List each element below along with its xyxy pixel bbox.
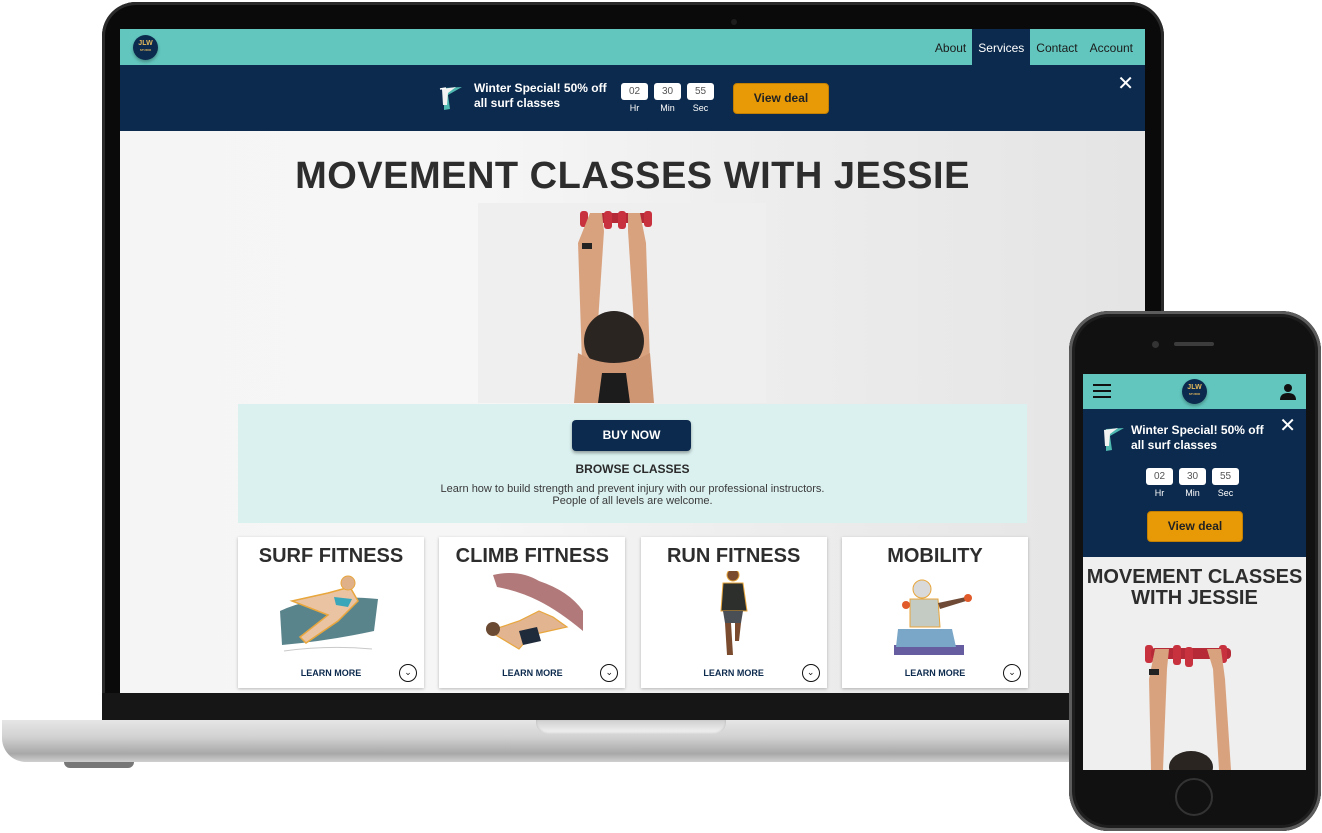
timer-value: 02 bbox=[1146, 468, 1173, 485]
timer-label: Hr bbox=[1154, 488, 1165, 498]
class-card-run[interactable]: RUN FITNESS LEARN MORE ⌄ bbox=[640, 537, 827, 688]
user-icon[interactable] bbox=[1280, 383, 1296, 400]
class-card-title: CLIMB FITNESS bbox=[455, 545, 609, 567]
class-cards: SURF FITNESS LEARN MORE ⌄ CLIMB FITNESS bbox=[238, 537, 1028, 688]
mobile-promo-banner: Winter Special! 50% off all surf classes… bbox=[1083, 409, 1306, 557]
hero-title: MOVEMENT CLASSES WITH JESSIE bbox=[295, 155, 970, 197]
logo-subtext: STUDIO bbox=[1188, 392, 1201, 396]
timer-hours: 02 Hr bbox=[1146, 468, 1173, 498]
class-card-title: RUN FITNESS bbox=[666, 545, 801, 567]
phone-speaker bbox=[1174, 342, 1214, 346]
runner-illustration bbox=[720, 571, 748, 655]
nav-item-services[interactable]: Services bbox=[972, 29, 1031, 65]
timer-label: Sec bbox=[1217, 488, 1234, 498]
timer-label: Hr bbox=[629, 103, 640, 113]
class-card-title: MOBILITY bbox=[887, 545, 983, 567]
laptop-chin bbox=[102, 693, 1164, 720]
browse-classes-description: Learn how to build strength and prevent … bbox=[440, 483, 825, 507]
surfer-illustration bbox=[280, 575, 378, 652]
mobile-nav-bar: JLW STUDIO bbox=[1083, 374, 1306, 409]
logo-text: JLW bbox=[1187, 384, 1202, 391]
nav-item-account[interactable]: Account bbox=[1084, 29, 1139, 65]
view-deal-button[interactable]: View deal bbox=[733, 83, 829, 114]
logo-text: JLW bbox=[138, 40, 153, 47]
timer-value: 02 bbox=[621, 83, 648, 100]
hero-image bbox=[478, 203, 766, 403]
learn-more-link[interactable]: LEARN MORE bbox=[842, 668, 1028, 678]
laptop-notch bbox=[536, 720, 726, 734]
timer-value: 30 bbox=[654, 83, 681, 100]
timer-hours: 02 Hr bbox=[621, 83, 648, 113]
logo-subtext: STUDIO bbox=[139, 48, 152, 52]
mobile-hero-section: MOVEMENT CLASSES WITH JESSIE bbox=[1083, 557, 1306, 770]
promo-text: Winter Special! 50% off all surf classes bbox=[1131, 423, 1264, 452]
phone-camera bbox=[1152, 341, 1159, 348]
nav-item-about[interactable]: About bbox=[929, 29, 972, 65]
mobility-illustration bbox=[893, 579, 972, 655]
buy-now-button[interactable]: BUY NOW bbox=[572, 420, 691, 451]
timer-value: 30 bbox=[1179, 468, 1206, 485]
browse-classes-heading: BROWSE CLASSES bbox=[575, 462, 690, 476]
laptop-camera bbox=[731, 19, 737, 25]
countdown-timer: 02 Hr 30 Min 55 Sec bbox=[1146, 468, 1239, 498]
phone-home-button bbox=[1175, 778, 1213, 816]
desktop-nav-bar: JLW STUDIO About Services Contact Accoun… bbox=[120, 29, 1145, 65]
learn-more-link[interactable]: LEARN MORE bbox=[238, 668, 424, 678]
desktop-website: JLW STUDIO About Services Contact Accoun… bbox=[120, 29, 1145, 693]
chevron-down-icon[interactable]: ⌄ bbox=[399, 664, 417, 682]
close-icon[interactable]: ✕ bbox=[1279, 416, 1296, 436]
class-card-mobility[interactable]: MOBILITY LEARN MORE ⌄ bbox=[841, 537, 1028, 688]
timer-label: Min bbox=[660, 103, 675, 113]
learn-more-link[interactable]: LEARN MORE bbox=[641, 668, 827, 678]
nav-item-contact[interactable]: Contact bbox=[1030, 29, 1083, 65]
class-card-title: SURF FITNESS bbox=[258, 545, 404, 567]
class-card-surf[interactable]: SURF FITNESS LEARN MORE ⌄ bbox=[238, 537, 424, 688]
timer-label: Sec bbox=[692, 103, 709, 113]
hamburger-icon[interactable] bbox=[1093, 384, 1111, 398]
chevron-down-icon[interactable]: ⌄ bbox=[600, 664, 619, 682]
laptop-foot bbox=[64, 762, 134, 768]
surfer-icon bbox=[1104, 428, 1124, 451]
timer-value: 55 bbox=[687, 83, 714, 100]
learn-more-link[interactable]: LEARN MORE bbox=[439, 668, 625, 678]
timer-minutes: 30 Min bbox=[1179, 468, 1206, 498]
climber-illustration bbox=[486, 573, 584, 650]
hero-image bbox=[1133, 639, 1263, 770]
logo[interactable]: JLW STUDIO bbox=[133, 35, 158, 60]
logo[interactable]: JLW STUDIO bbox=[1182, 379, 1207, 404]
class-card-climb[interactable]: CLIMB FITNESS LEARN MORE ⌄ bbox=[439, 537, 626, 688]
hero-section: MOVEMENT CLASSES WITH JESSIE BUY NOW BRO… bbox=[120, 131, 1145, 693]
surfer-icon bbox=[439, 87, 462, 110]
timer-label: Min bbox=[1185, 488, 1200, 498]
chevron-down-icon[interactable]: ⌄ bbox=[801, 664, 820, 682]
browse-classes-panel: BUY NOW BROWSE CLASSES Learn how to buil… bbox=[238, 404, 1027, 523]
countdown-timer: 02 Hr 30 Min 55 Sec bbox=[621, 83, 714, 113]
chevron-down-icon[interactable]: ⌄ bbox=[1002, 664, 1021, 682]
timer-seconds: 55 Sec bbox=[1212, 468, 1239, 498]
view-deal-button[interactable]: View deal bbox=[1147, 511, 1243, 542]
promo-text: Winter Special! 50% off all surf classes bbox=[474, 81, 607, 110]
timer-minutes: 30 Min bbox=[654, 83, 681, 113]
hero-title: MOVEMENT CLASSES WITH JESSIE bbox=[1086, 566, 1303, 609]
nav-menu: About Services Contact Account bbox=[929, 29, 1139, 65]
mobile-website: JLW STUDIO Winter Special! 50% off all s… bbox=[1083, 374, 1306, 770]
promo-banner: Winter Special! 50% off all surf classes… bbox=[120, 65, 1145, 131]
timer-value: 55 bbox=[1212, 468, 1239, 485]
timer-seconds: 55 Sec bbox=[687, 83, 714, 113]
close-icon[interactable]: ✕ bbox=[1117, 74, 1134, 94]
